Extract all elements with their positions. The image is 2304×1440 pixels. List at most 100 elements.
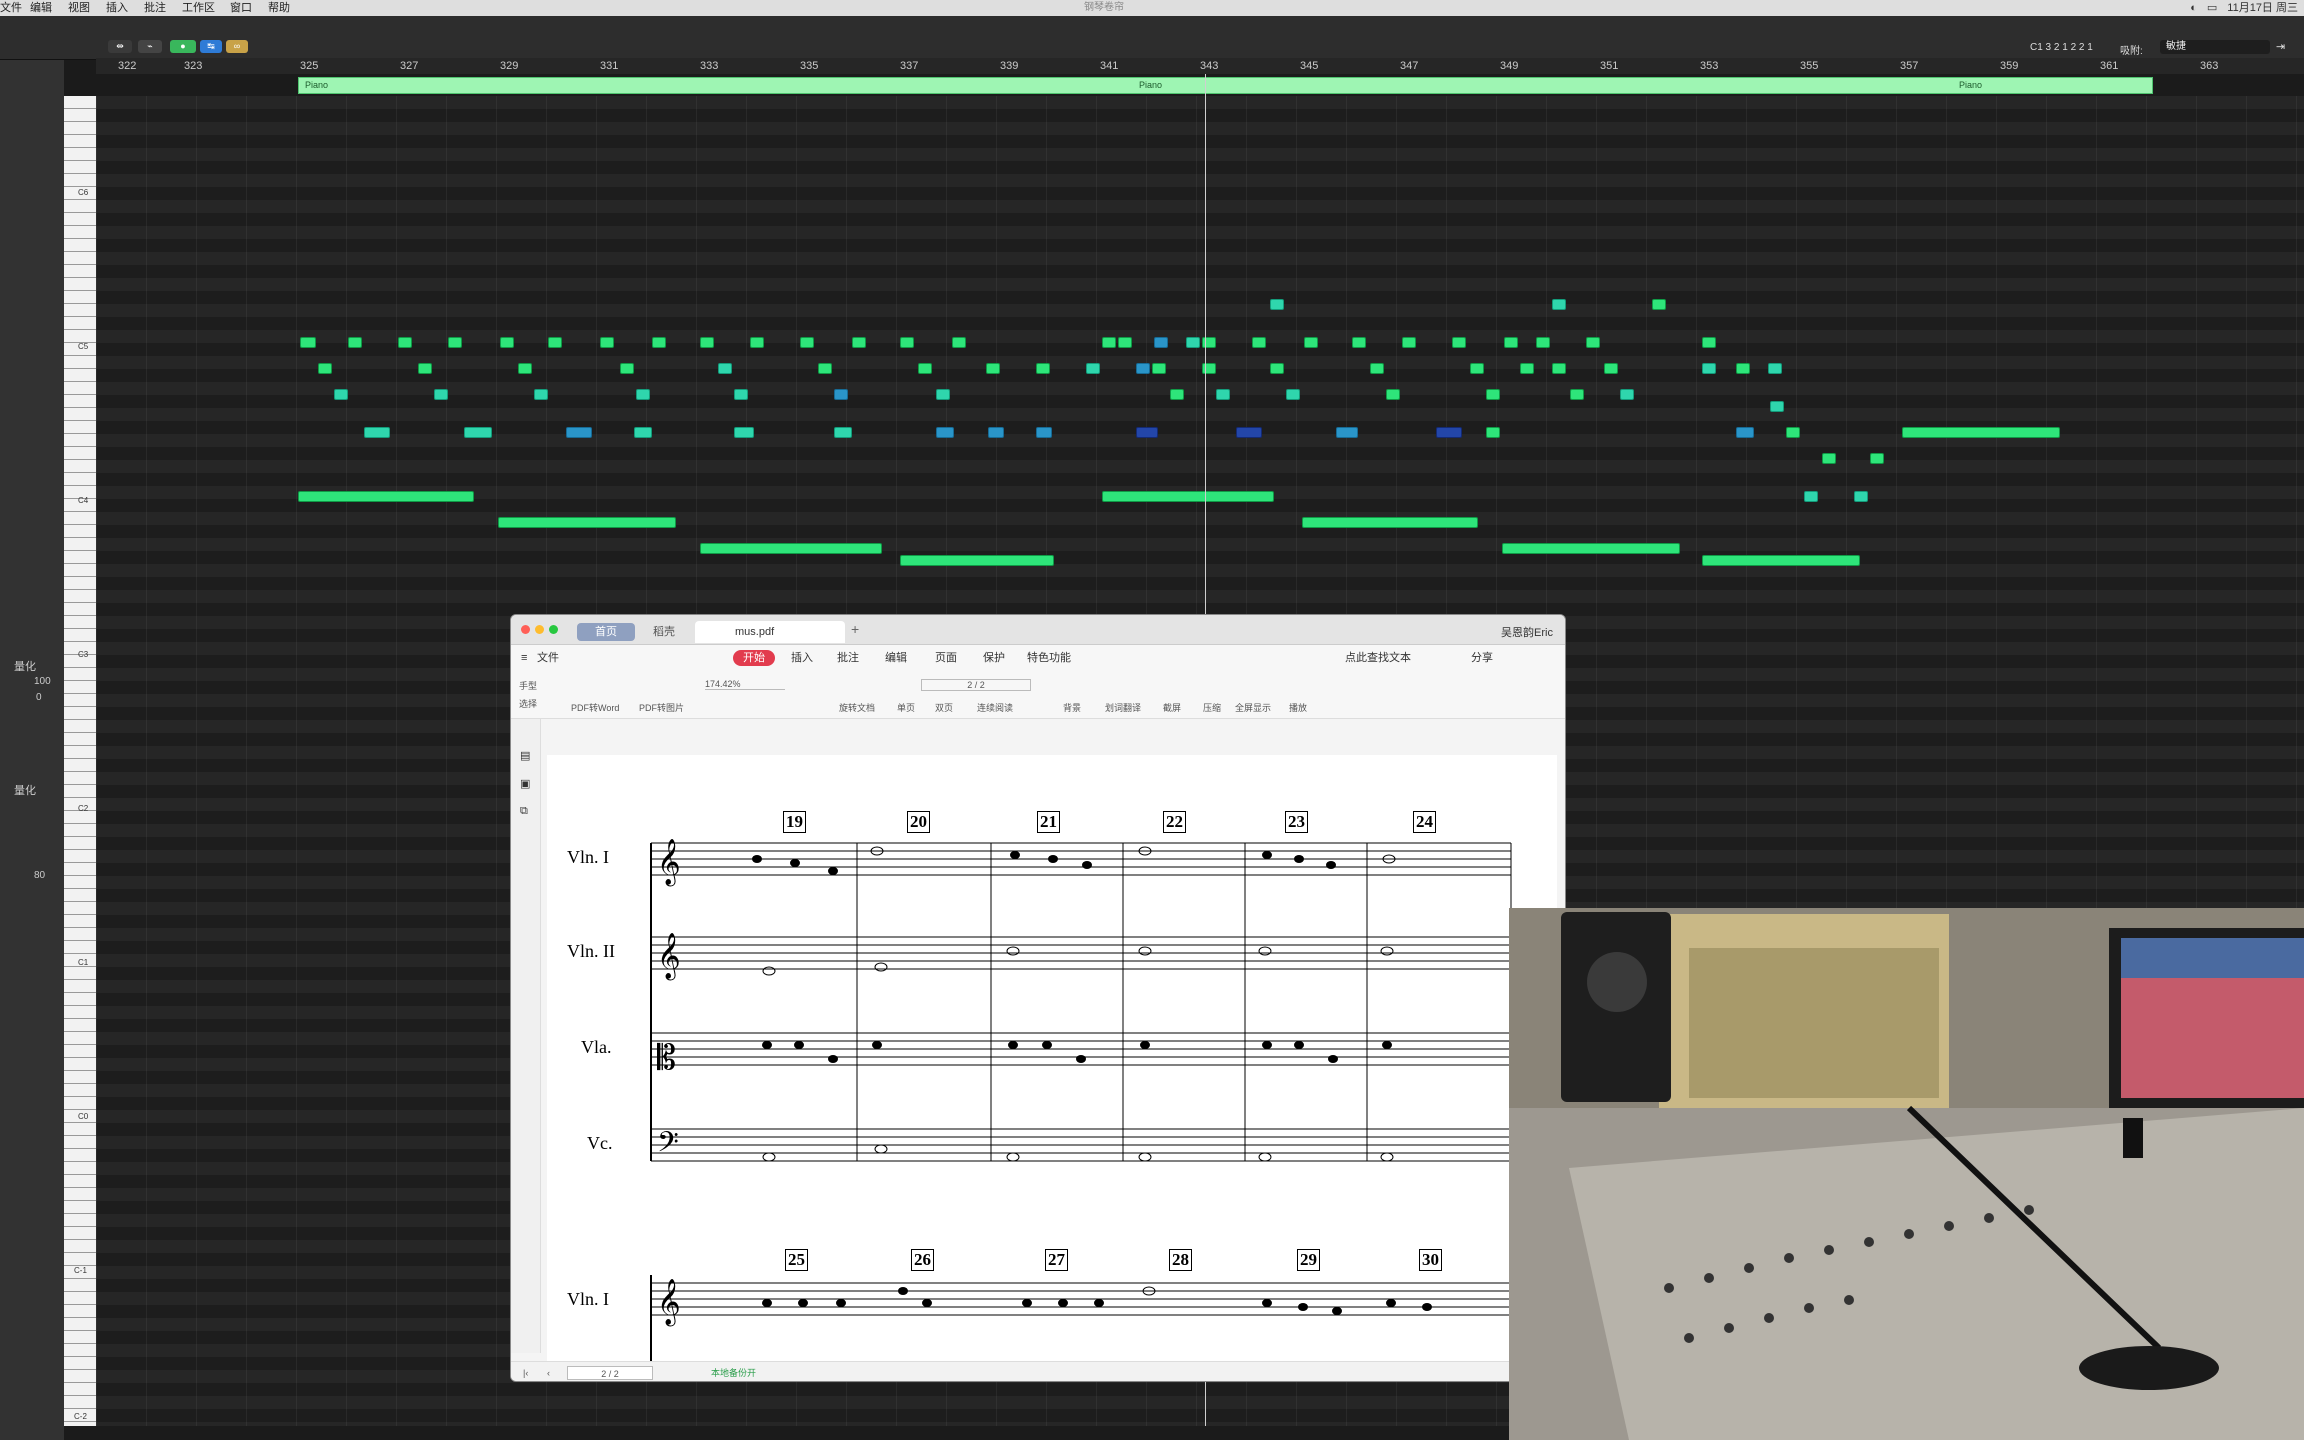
to-word-button[interactable]: PDF转Word: [571, 701, 619, 714]
midi-note[interactable]: [1036, 427, 1052, 438]
midi-note[interactable]: [1436, 427, 1462, 438]
zoom-input[interactable]: 174.42%: [705, 679, 785, 690]
midi-note[interactable]: [1502, 543, 1680, 554]
catch-button[interactable]: ↹: [200, 40, 222, 53]
midi-note[interactable]: [1652, 299, 1666, 310]
midi-note[interactable]: [900, 555, 1054, 566]
midi-note[interactable]: [498, 517, 676, 528]
midi-note[interactable]: [634, 427, 652, 438]
double-page-button[interactable]: 双页: [935, 701, 953, 714]
midi-note[interactable]: [1552, 299, 1566, 310]
midi-note[interactable]: [500, 337, 514, 348]
midi-note[interactable]: [1154, 337, 1168, 348]
midi-note[interactable]: [518, 363, 532, 374]
thumbnail-icon[interactable]: ▤: [520, 749, 530, 762]
midi-note[interactable]: [918, 363, 932, 374]
first-page-icon[interactable]: |‹: [523, 1362, 528, 1381]
midi-note[interactable]: [1270, 363, 1284, 374]
menu-edit[interactable]: 编辑: [30, 0, 52, 16]
pdf-menu-insert[interactable]: 插入: [791, 645, 813, 671]
tab-document[interactable]: mus.pdf: [695, 621, 845, 643]
bar-ruler[interactable]: 322 323 325 327 329 331 333 335 337 339 …: [96, 58, 2304, 74]
midi-note[interactable]: [1702, 363, 1716, 374]
menu-comment[interactable]: 批注: [144, 0, 166, 16]
wifi-icon[interactable]: ◐: [2190, 0, 2197, 16]
midi-note[interactable]: [1286, 389, 1300, 400]
midi-note[interactable]: [1620, 389, 1634, 400]
midi-note[interactable]: [620, 363, 634, 374]
value-80[interactable]: 80: [34, 870, 45, 881]
menu-help[interactable]: 帮助: [268, 0, 290, 16]
menu-view[interactable]: 视图: [68, 0, 90, 16]
midi-note[interactable]: [1486, 427, 1500, 438]
pdf-menu-page[interactable]: 页面: [935, 645, 957, 671]
tab-home[interactable]: 首页: [577, 623, 635, 641]
pdf-menu-file[interactable]: 文件: [537, 645, 559, 671]
midi-note[interactable]: [1118, 337, 1132, 348]
midi-note[interactable]: [1270, 299, 1284, 310]
fit-icon[interactable]: ⇥: [2276, 40, 2285, 53]
midi-note[interactable]: [988, 427, 1004, 438]
midi-note[interactable]: [1036, 363, 1050, 374]
pdf-menu-features[interactable]: 特色功能: [1027, 645, 1071, 671]
midi-note[interactable]: [600, 337, 614, 348]
pdf-menu-start[interactable]: 开始: [733, 650, 775, 666]
midi-note[interactable]: [1854, 491, 1868, 502]
midi-note[interactable]: [318, 363, 332, 374]
midi-note[interactable]: [1216, 389, 1230, 400]
midi-in-button[interactable]: ●: [170, 40, 196, 53]
midi-note[interactable]: [700, 337, 714, 348]
quantize-label-2[interactable]: 量化: [14, 782, 36, 798]
midi-note[interactable]: [636, 389, 650, 400]
midi-region-header[interactable]: Piano Piano Piano: [298, 77, 2153, 94]
screenshot-button[interactable]: 截屏: [1163, 701, 1181, 714]
midi-note[interactable]: [1736, 427, 1754, 438]
user-name[interactable]: 吴恩韵Eric: [1501, 624, 1553, 640]
image-icon[interactable]: ▣: [520, 777, 530, 790]
midi-note[interactable]: [1470, 363, 1484, 374]
midi-note[interactable]: [818, 363, 832, 374]
midi-note[interactable]: [800, 337, 814, 348]
midi-note[interactable]: [300, 337, 316, 348]
midi-note[interactable]: [1586, 337, 1600, 348]
midi-note[interactable]: [1520, 363, 1534, 374]
minimize-window-icon[interactable]: [535, 625, 544, 634]
midi-note[interactable]: [1102, 491, 1274, 502]
fullscreen-button[interactable]: 全屏显示: [1235, 701, 1271, 714]
midi-note[interactable]: [1902, 427, 2060, 438]
menu-icon[interactable]: ≡: [521, 645, 527, 671]
tab-docer[interactable]: 稻壳: [639, 623, 689, 641]
midi-note[interactable]: [1302, 517, 1478, 528]
ruler-tool-icon[interactable]: ⇹: [108, 40, 132, 53]
menu-file[interactable]: 文件: [0, 0, 22, 16]
pdf-menu-protect[interactable]: 保护: [983, 645, 1005, 671]
hand-tool[interactable]: 手型: [519, 679, 537, 692]
midi-note[interactable]: [334, 389, 348, 400]
midi-note[interactable]: [1102, 337, 1116, 348]
compress-button[interactable]: 压缩: [1203, 701, 1221, 714]
midi-note[interactable]: [718, 363, 732, 374]
midi-note[interactable]: [1770, 401, 1784, 412]
midi-note[interactable]: [1252, 337, 1266, 348]
play-button[interactable]: 播放: [1289, 701, 1307, 714]
midi-note[interactable]: [434, 389, 448, 400]
midi-note[interactable]: [1504, 337, 1518, 348]
midi-note[interactable]: [1170, 389, 1184, 400]
pdf-share[interactable]: 分享: [1471, 645, 1493, 671]
midi-note[interactable]: [566, 427, 592, 438]
background-button[interactable]: 背景: [1063, 701, 1081, 714]
midi-note[interactable]: [834, 427, 852, 438]
midi-note[interactable]: [1702, 337, 1716, 348]
status-page-input[interactable]: 2 / 2: [567, 1366, 653, 1380]
select-tool[interactable]: 选择: [519, 697, 537, 710]
midi-note[interactable]: [1452, 337, 1466, 348]
pdf-menu-comment[interactable]: 批注: [837, 645, 859, 671]
midi-note[interactable]: [1136, 363, 1150, 374]
quantize-label[interactable]: 量化: [14, 658, 36, 674]
midi-note[interactable]: [1536, 337, 1550, 348]
pdf-search[interactable]: 点此查找文本: [1345, 645, 1411, 671]
midi-note[interactable]: [1786, 427, 1800, 438]
midi-note[interactable]: [534, 389, 548, 400]
midi-note[interactable]: [1702, 555, 1860, 566]
midi-note[interactable]: [1402, 337, 1416, 348]
